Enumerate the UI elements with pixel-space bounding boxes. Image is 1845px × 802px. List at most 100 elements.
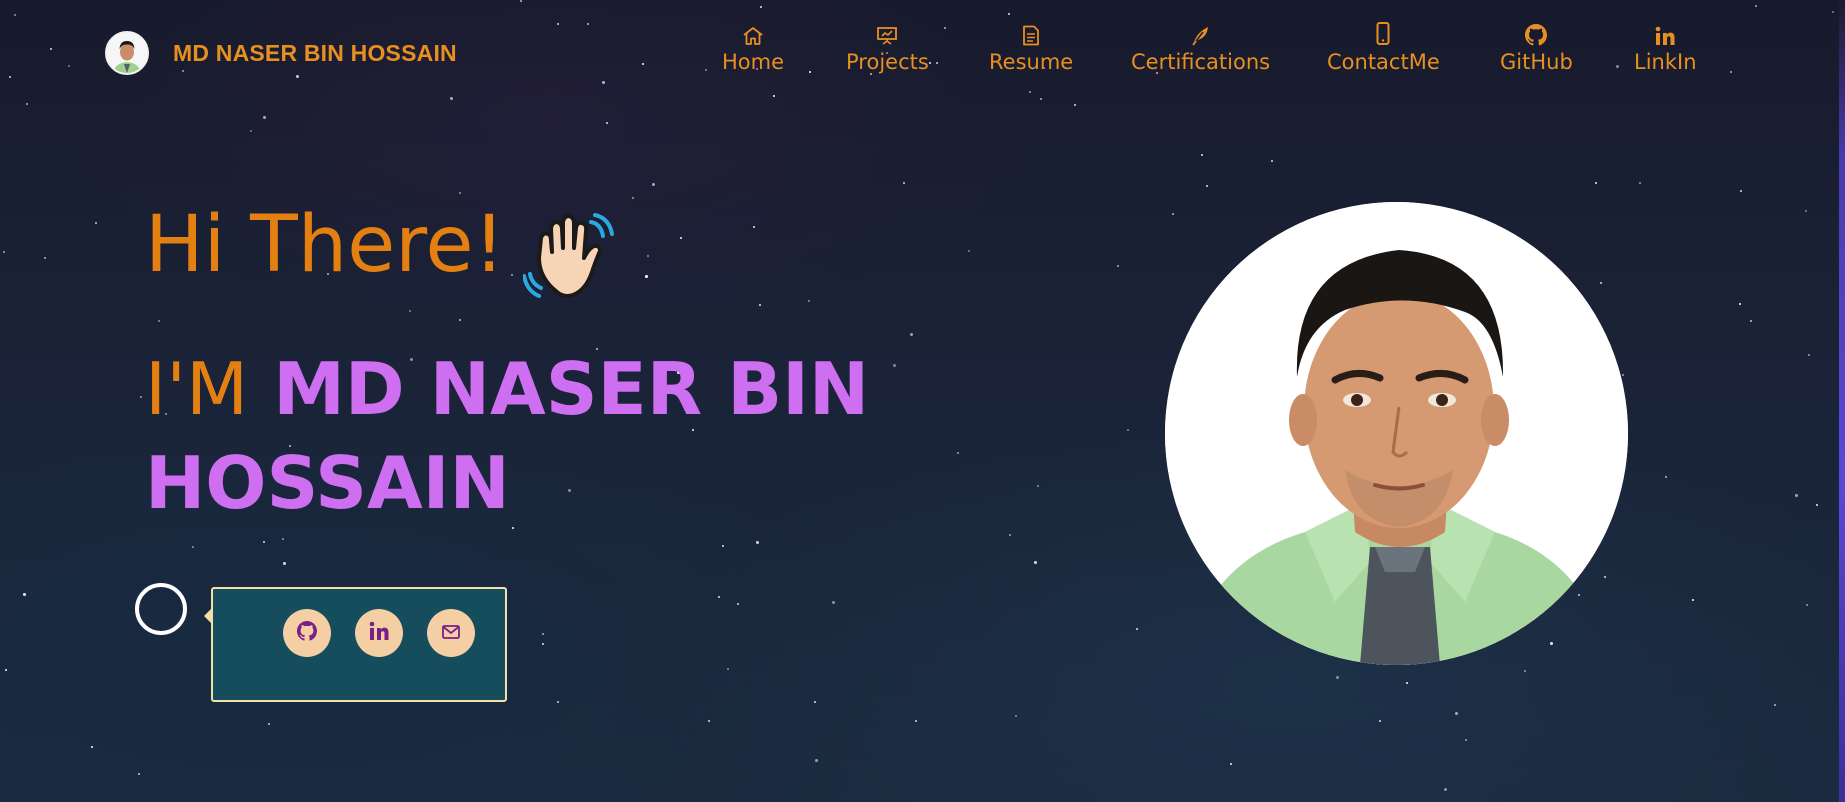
star [773,95,775,97]
social-linkedin-button[interactable] [355,609,403,657]
star [910,333,913,336]
star [652,183,655,186]
github-icon [297,621,317,645]
star [1755,5,1757,7]
nav-item-github[interactable]: GitHub [1500,20,1573,74]
star [250,130,252,132]
star [1271,160,1273,162]
star [5,669,7,671]
star [1172,213,1174,215]
star [1230,763,1232,765]
profile-portrait-icon [1165,202,1628,665]
phone-icon [1376,20,1390,46]
star [1524,670,1526,672]
star [282,538,284,540]
nav-item-contactme[interactable]: ContactMe [1327,20,1440,74]
star [1034,561,1037,564]
star [1008,13,1010,15]
social-mail-button[interactable] [427,609,475,657]
nav-item-linkin[interactable]: LinkIn [1634,20,1697,74]
star [1127,429,1129,431]
star [268,723,270,725]
star [263,116,266,119]
star [1206,185,1208,187]
intro-heading: I'M MD NASER BIN HOSSAIN [145,342,905,530]
nav-item-projects[interactable]: Projects [846,20,929,74]
star [1037,485,1039,487]
star [1692,599,1694,601]
page-scrollbar[interactable] [1839,0,1845,802]
star [1009,534,1011,536]
star [91,746,93,748]
star [158,320,160,322]
star [915,720,917,722]
nav-item-label: Resume [989,50,1074,74]
star [1455,712,1458,715]
star [1774,704,1776,706]
nav-item-home[interactable]: Home [722,20,784,74]
star [1465,739,1467,741]
star [459,319,461,321]
star [450,97,453,100]
star [138,773,140,775]
im-prefix: I'M [145,347,249,431]
star [14,14,16,16]
star [718,596,720,598]
home-icon [742,20,764,46]
social-links-panel [211,587,507,702]
star [1578,594,1580,596]
star [756,541,759,544]
star [23,593,26,596]
star [409,310,411,312]
star [968,250,970,252]
nav-item-label: Projects [846,50,929,74]
star [708,720,710,722]
nav-item-label: LinkIn [1634,50,1697,74]
greeting-heading: Hi There! [145,200,505,290]
star [542,633,544,635]
star [1550,642,1553,645]
star [760,6,762,8]
social-toggle-button[interactable] [135,583,187,635]
star [3,251,5,253]
star [645,275,648,278]
mail-icon [442,624,460,643]
nav-item-label: Certifications [1131,50,1271,74]
star [1739,303,1741,305]
nav-item-label: ContactMe [1327,50,1440,74]
star [520,0,522,2]
star [140,396,142,398]
waving-hand-icon [522,208,623,308]
nav-item-certifications[interactable]: Certifications [1131,20,1270,74]
star [1805,210,1807,212]
star [1622,374,1624,376]
star [606,122,608,124]
star [557,701,559,703]
star [95,222,97,224]
github-icon [1525,20,1548,46]
star [1136,628,1138,630]
star [1201,154,1203,156]
star [957,452,959,454]
star [808,300,810,302]
presentation-icon [876,20,898,46]
star [815,759,818,762]
star [1816,504,1818,506]
main-nav: Home Projects Resume Certifications Cont… [0,20,1845,90]
star [680,237,682,239]
star [1029,91,1031,93]
star [1750,320,1752,322]
star [1406,682,1408,684]
star [1604,576,1606,578]
star [1074,104,1076,106]
star [753,226,755,228]
star [1015,715,1017,717]
star [1117,265,1119,267]
star [44,257,46,259]
linkedin-icon [1655,20,1675,46]
social-github-button[interactable] [283,609,331,657]
star [814,701,816,703]
nav-item-resume[interactable]: Resume [989,20,1073,74]
star [647,255,649,257]
star [1665,476,1667,478]
